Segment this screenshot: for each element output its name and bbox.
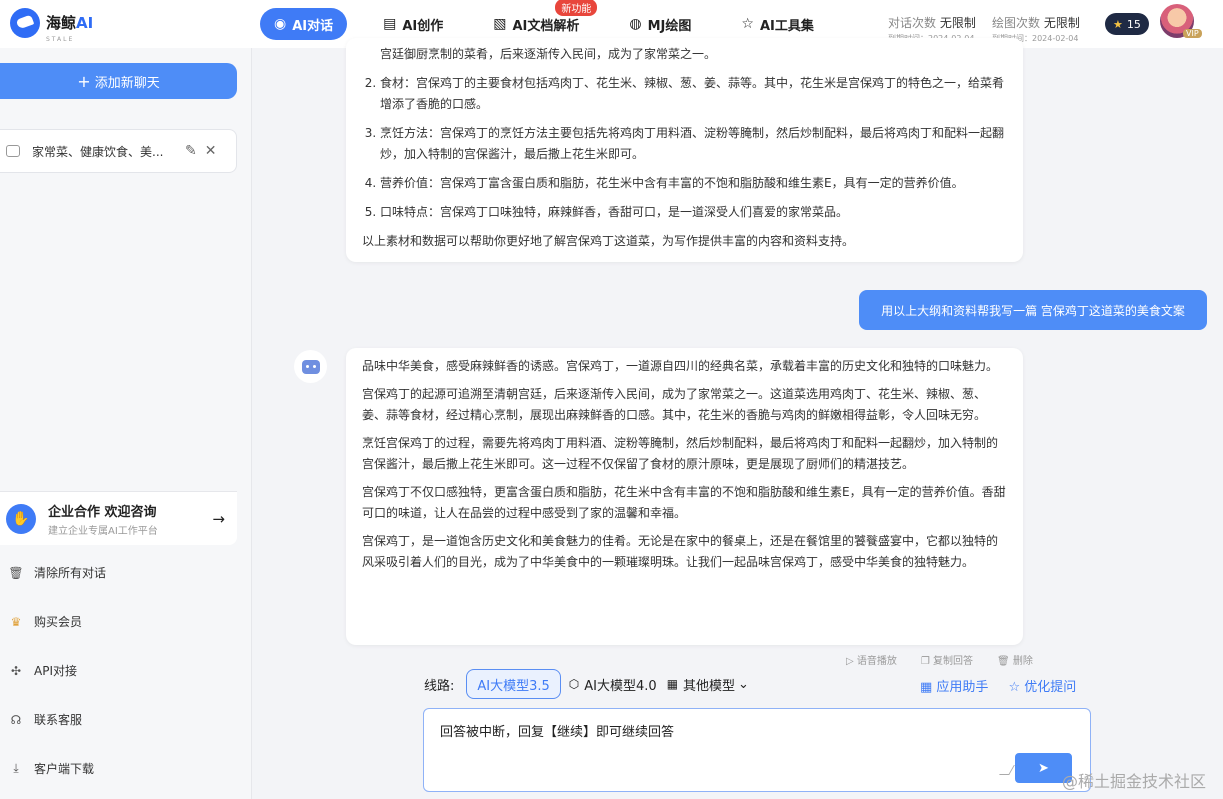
palette-icon: ◍: [629, 16, 642, 32]
sidebar: + 添加新聊天 家常菜、健康饮食、美... ✎ ✕ ✋ 企业合作 欢迎咨询 建立…: [0, 48, 252, 799]
business-subtitle: 建立企业专属AI工作平台: [48, 525, 158, 537]
voice-play-button[interactable]: ▷ 语音播放: [846, 652, 909, 667]
assistant-message: 品味中华美食，感受麻辣鲜香的诱惑。宫保鸡丁，一道源自四川的经典名菜，承载着丰富的…: [346, 348, 1023, 645]
credits-badge[interactable]: ★ 15: [1105, 13, 1149, 35]
arrow-right-icon: →: [212, 509, 225, 528]
client-download-link[interactable]: ⤓ 客户端下载: [8, 760, 94, 777]
message-text: 宫廷御厨烹制的菜肴，后来逐渐传入民间，成为了家常菜之一。: [380, 47, 717, 61]
list-item: 烹饪方法：宫保鸡丁的烹饪方法主要包括先将鸡肉丁用料酒、淀粉等腌制，然后炒制配料，…: [380, 123, 1007, 165]
business-title: 企业合作 欢迎咨询: [48, 504, 157, 520]
crown-icon: ♛: [10, 614, 22, 629]
handshake-icon: ✋: [6, 503, 36, 534]
message-paragraph: 烹饪宫保鸡丁的过程，需要先将鸡肉丁用料酒、淀粉等腌制，然后炒制配料，最后将鸡肉丁…: [362, 436, 999, 471]
chat-bubble-icon: [6, 145, 20, 157]
route-label: 线路:: [424, 678, 455, 694]
contact-support-link[interactable]: ☊ 联系客服: [8, 711, 82, 728]
assistant-message: 宫廷御厨烹制的菜肴，后来逐渐传入民间，成为了家常菜之一。 食材：宫保鸡丁的主要食…: [346, 38, 1023, 262]
message-summary: 以上素材和数据可以帮助你更好地了解宫保鸡丁这道菜，为写作提供丰富的内容和资料支持…: [362, 234, 855, 248]
optimize-question-button[interactable]: ☆ 优化提问: [1008, 676, 1086, 695]
business-cooperation-card[interactable]: ✋ 企业合作 欢迎咨询 建立企业专属AI工作平台 →: [0, 491, 237, 545]
model-selector: 线路: AI大模型3.5 ⬡ AI大模型4.0 ▦ 其他模型 ⌄: [424, 669, 749, 699]
delete-button[interactable]: 🗑 删除: [997, 652, 1045, 667]
pdf-icon: ▧: [493, 16, 507, 32]
list-item: 口味特点：宫保鸡丁口味独特，麻辣鲜香，香甜可口，是一道深受人们喜爱的家常菜品。: [380, 202, 1007, 223]
list-item: 营养价值：宫保鸡丁富含蛋白质和脂肪，花生米中含有丰富的不饱和脂肪酸和维生素E，具…: [380, 173, 1007, 194]
list-item: 食材：宫保鸡丁的主要食材包括鸡肉丁、花生米、辣椒、葱、姜、蒜等。其中，花生米是宫…: [380, 73, 1007, 115]
download-icon: ⤓: [13, 761, 19, 775]
buy-membership-link[interactable]: ♛ 购买会员: [8, 613, 82, 630]
message-paragraph: 宫保鸡丁，是一道饱含历史文化和美食魅力的佳肴。无论是在家中的餐桌上，还是在餐馆里…: [362, 534, 999, 569]
message-actions: ▷ 语音播放 ❐ 复制回答 🗑 删除: [846, 652, 1057, 667]
plus-icon: +: [77, 71, 91, 91]
app-logo[interactable]: 海鲸AI STALE: [10, 8, 94, 43]
message-input[interactable]: [440, 721, 1010, 781]
clear-all-chats-link[interactable]: 🗑 清除所有对话: [8, 564, 106, 581]
nav-ai-tools[interactable]: ☆ AI工具集: [727, 8, 827, 40]
main-nav: ◉ AI对话 ▤ AI创作 ▧ AI文档解析 新功能 ◍ MJ绘图 ☆ AI工具…: [260, 0, 850, 40]
send-icon: ➤: [1038, 760, 1049, 776]
message-paragraph: 宫保鸡丁不仅口感独特，更富含蛋白质和脂肪，花生米中含有丰富的不饱和脂肪酸和维生素…: [362, 485, 1006, 520]
chevron-down-icon: ⌄: [738, 676, 749, 692]
watermark: @稀土掘金技术社区: [1062, 772, 1207, 791]
star-icon: ★: [1113, 17, 1123, 31]
other-models-dropdown[interactable]: ▦ 其他模型 ⌄: [667, 675, 749, 694]
new-feature-badge: 新功能: [555, 0, 598, 16]
nav-ai-create[interactable]: ▤ AI创作: [369, 8, 457, 40]
message-paragraph: 宫保鸡丁的起源可追溯至清朝宫廷，后来逐渐传入民间，成为了家常菜之一。这道菜选用鸡…: [362, 387, 987, 422]
api-link[interactable]: ✣ API对接: [8, 662, 77, 679]
composer-tools: ▦ 应用助手 ☆ 优化提问: [920, 676, 1096, 695]
copy-answer-button[interactable]: ❐ 复制回答: [921, 652, 985, 667]
trash-icon: 🗑: [8, 565, 24, 580]
bot-avatar: [294, 350, 327, 383]
user-message: 用以上大纲和资料帮我写一篇 宫保鸡丁这道菜的美食文案: [859, 290, 1207, 330]
headset-icon: ☊: [10, 712, 22, 727]
edit-icon[interactable]: ✎: [185, 143, 197, 159]
message-composer: ➤: [423, 708, 1091, 792]
message-paragraph: 品味中华美食，感受麻辣鲜香的诱惑。宫保鸡丁，一道源自四川的经典名菜，承载着丰富的…: [362, 359, 999, 373]
nav-mj-draw[interactable]: ◍ MJ绘图: [615, 8, 705, 40]
whale-logo-icon: [10, 8, 40, 38]
logo-text: 海鲸AI: [46, 14, 94, 32]
close-icon[interactable]: ✕: [205, 143, 217, 159]
star-icon: ☆: [741, 16, 754, 32]
vip-badge: VIP: [1183, 29, 1202, 38]
conversation-item[interactable]: 家常菜、健康饮食、美... ✎ ✕: [0, 129, 237, 173]
grid-icon: ▦: [666, 677, 679, 691]
robot-icon: [301, 359, 320, 374]
chat-icon: ◉: [274, 16, 287, 32]
add-new-chat-button[interactable]: + 添加新聊天: [0, 63, 237, 99]
message-list: 食材：宫保鸡丁的主要食材包括鸡肉丁、花生米、辣椒、葱、姜、蒜等。其中，花生米是宫…: [362, 73, 1007, 223]
conversation-title: 家常菜、健康饮食、美...: [32, 144, 164, 159]
nav-ai-chat[interactable]: ◉ AI对话: [260, 8, 348, 40]
api-icon: ✣: [10, 663, 22, 678]
model-option-3-5[interactable]: AI大模型3.5: [466, 669, 561, 699]
document-icon: ▤: [383, 16, 397, 32]
logo-subtext: STALE: [46, 36, 75, 43]
cube-icon: ⬡: [568, 677, 580, 691]
app-assistant-button[interactable]: ▦ 应用助手: [920, 676, 998, 695]
nav-ai-doc-parse[interactable]: ▧ AI文档解析 新功能: [479, 0, 598, 40]
model-option-4-0[interactable]: ⬡ AI大模型4.0: [569, 675, 657, 694]
